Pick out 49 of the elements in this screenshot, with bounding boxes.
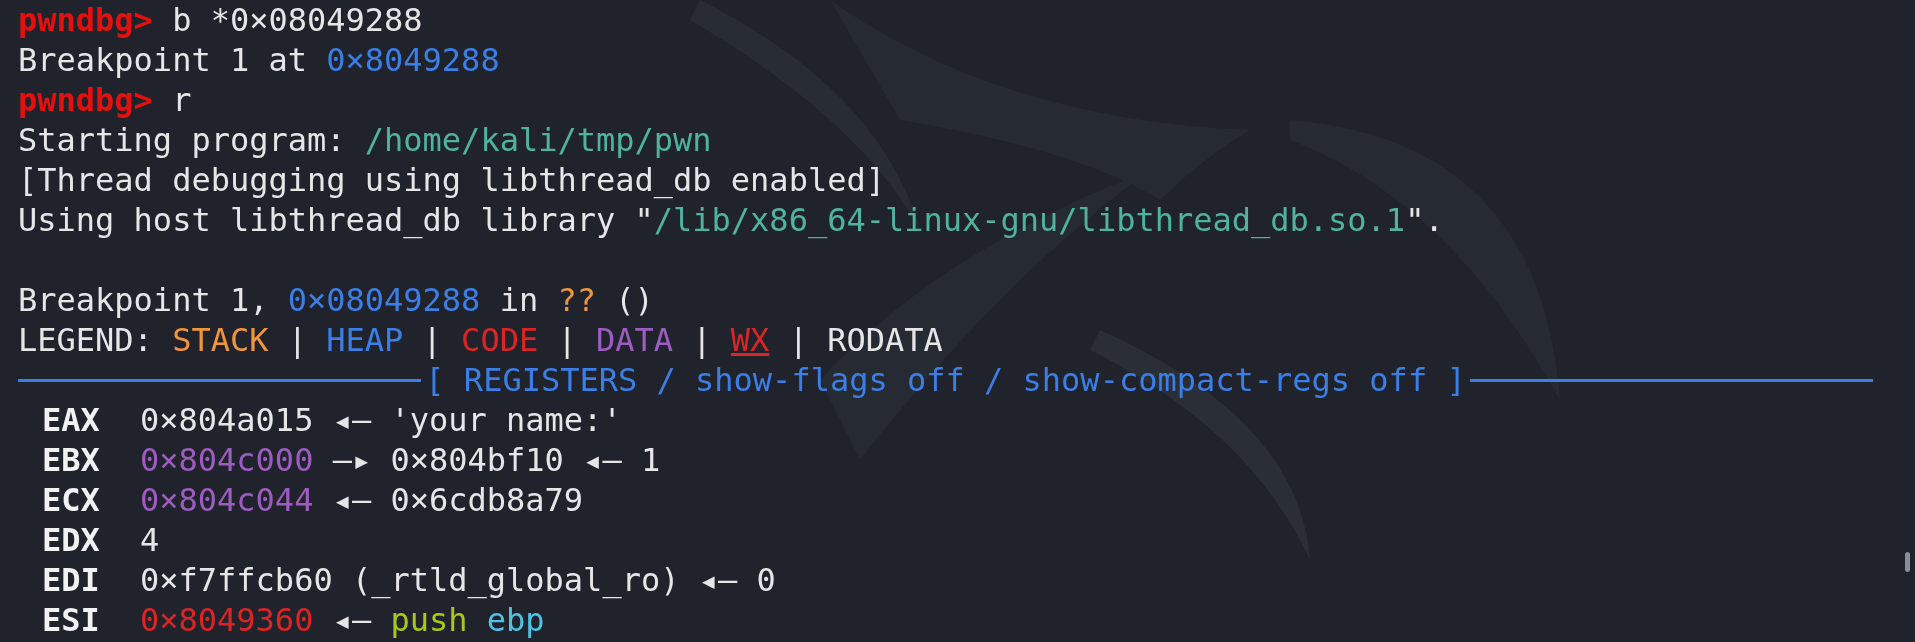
address-text: 0×08049288 (287, 282, 481, 318)
output-text: Breakpoint 1 at (18, 42, 308, 78)
output-text: Breakpoint 1, (18, 282, 270, 318)
output-text: | (286, 322, 308, 358)
output-text: [Thread debugging using libthread_db enabled] (18, 162, 885, 198)
shell-prompt: pwndbg> (18, 2, 153, 38)
output-text: WX (730, 322, 770, 358)
address-text: HEAP (326, 322, 404, 358)
output-text: () (614, 282, 654, 318)
output-text: —▸ 0×804bf10 ◂— 1 (331, 442, 661, 478)
output-text: 0×f7ffcb60 (_rtld_global_ro) ◂— 0 (140, 562, 776, 598)
output-text: 4 (140, 522, 160, 558)
register-name: EBX (41, 442, 101, 478)
section-header: [ REGISTERS / show-flags off / show-compact-regs off ] (424, 362, 1467, 398)
path-text: /lib/x86_64-linux-gnu/libthread_db.so.1 (653, 202, 1406, 238)
instruction-text: push (390, 602, 468, 638)
register-name: EAX (41, 402, 101, 438)
output-text: | (421, 322, 443, 358)
path-text: /home/kali/tmp/pwn (364, 122, 712, 158)
register-operand: ebp (485, 602, 545, 638)
address-text: DATA (595, 322, 674, 358)
output-text: | (787, 322, 809, 358)
output-text: ◂— 0×6cdb8a79 (331, 482, 584, 518)
output-text: Starting program: (18, 122, 347, 158)
address-text: 0×804c000 (140, 442, 314, 478)
address-text: 0×8049360 (140, 602, 314, 638)
address-text: 0×8049288 (326, 42, 500, 78)
output-text: 0×804a015 (140, 402, 314, 438)
output-text: b *0×08049288 (171, 2, 423, 38)
output-text: ?? (557, 282, 596, 318)
shell-prompt: pwndbg> (18, 82, 153, 118)
output-text: LEGEND: (18, 322, 154, 358)
output-text: STACK (172, 322, 269, 358)
register-name: EDI (41, 562, 101, 598)
register-name: EDX (41, 522, 101, 558)
output-text: ◂— (331, 602, 373, 638)
register-name: ESI (41, 602, 101, 638)
output-text: RODATA (827, 322, 943, 358)
output-text: | (691, 322, 713, 358)
register-name: ECX (41, 482, 101, 518)
output-text: Using host libthread_db library " (18, 202, 654, 238)
output-text: | (556, 322, 578, 358)
scrollbar-thumb[interactable] (1905, 552, 1910, 572)
output-text: in (498, 282, 540, 318)
output-text: r (171, 82, 192, 118)
address-text: 0×804c044 (140, 482, 314, 518)
output-text: ". (1405, 202, 1444, 238)
output-text: ◂— 'your name:' (331, 402, 622, 438)
address-text: CODE (461, 322, 539, 358)
